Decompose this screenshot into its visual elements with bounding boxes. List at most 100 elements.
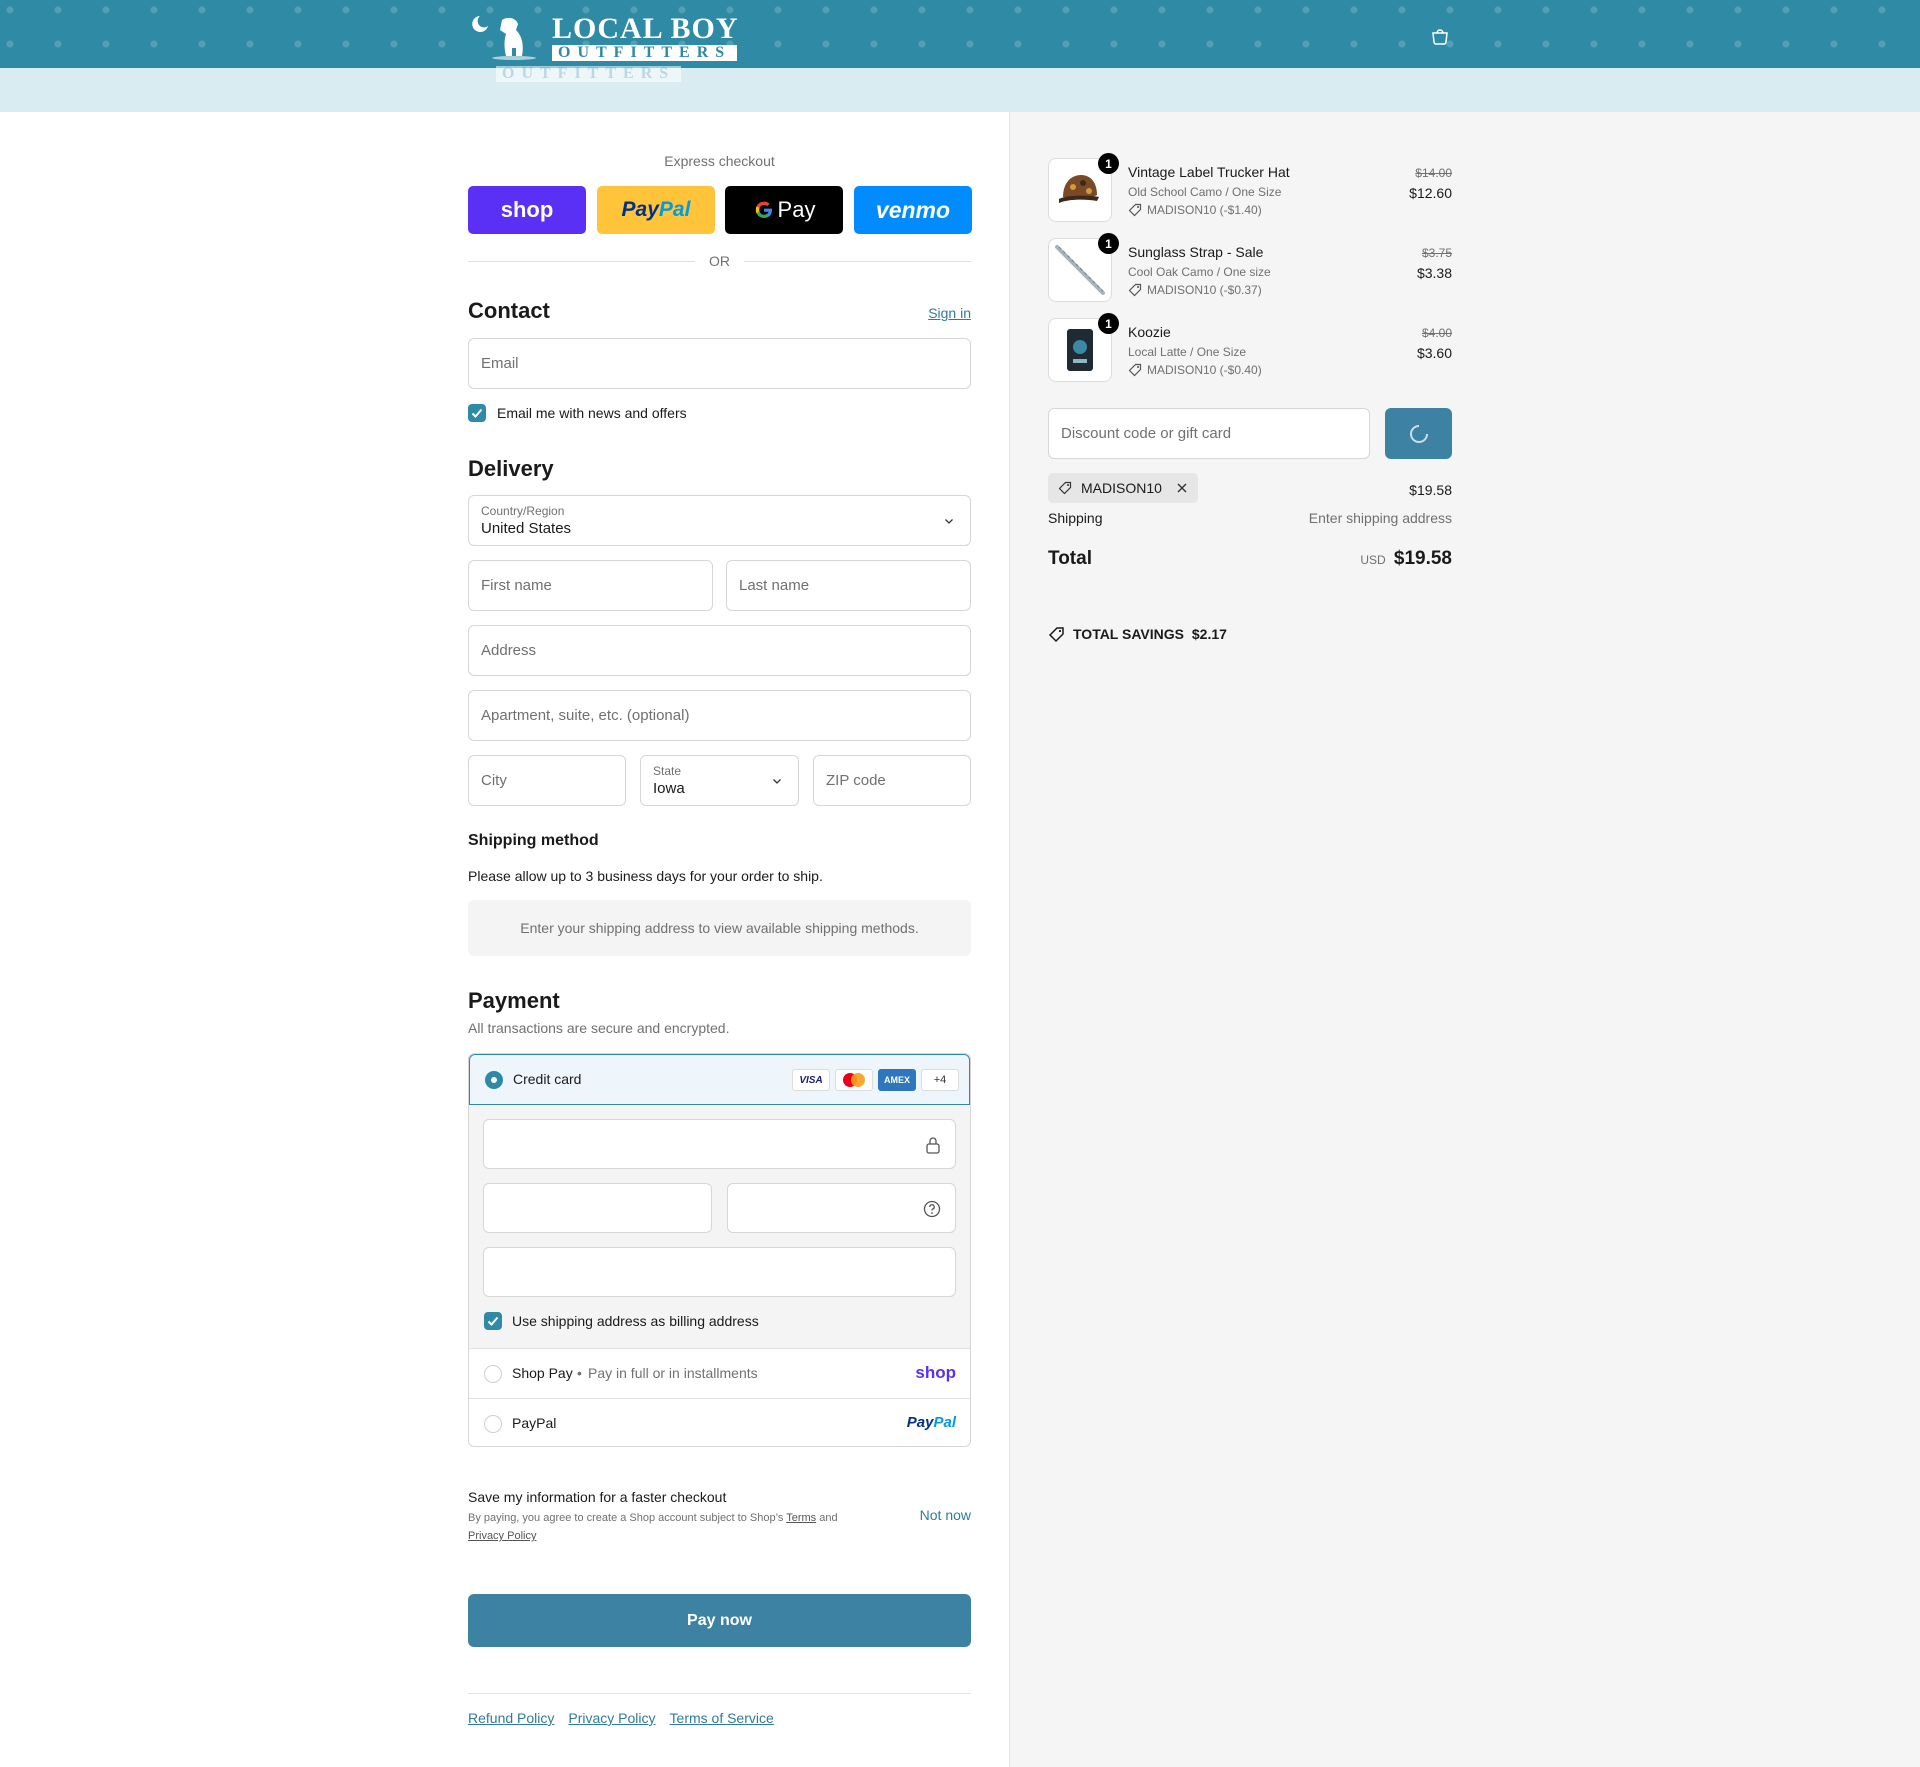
payment-subtitle: All transactions are secure and encrypte… xyxy=(468,1020,730,1036)
country-select[interactable]: Country/Region United States xyxy=(468,495,971,546)
item-original-price: $14.00 xyxy=(1415,166,1452,180)
payment-methods: Credit card VISA AMEX +4 Use shipping ad… xyxy=(468,1053,971,1447)
paypal-logo: PayPal xyxy=(907,1414,956,1431)
quantity-badge: 1 xyxy=(1098,153,1119,174)
total-savings-label: TOTAL SAVINGS xyxy=(1073,626,1184,642)
item-price: $3.38 xyxy=(1416,265,1452,281)
newsletter-checkbox[interactable] xyxy=(468,404,486,422)
subtotal-value: $19.58 xyxy=(1409,482,1452,498)
loading-spinner-icon xyxy=(1410,425,1428,443)
card-number-field[interactable] xyxy=(483,1119,956,1169)
total-savings-value: $2.17 xyxy=(1191,626,1227,642)
name-on-card-field[interactable] xyxy=(483,1247,956,1297)
refund-policy-link[interactable]: Refund Policy xyxy=(468,1710,554,1726)
chevron-down-icon xyxy=(773,779,781,784)
first-name-field[interactable]: First name xyxy=(468,560,713,611)
apply-discount-button[interactable] xyxy=(1385,408,1452,459)
email-placeholder: Email xyxy=(481,355,519,372)
credit-card-form: Use shipping address as billing address xyxy=(469,1105,970,1349)
total-value: $19.58 xyxy=(1393,548,1452,569)
address-field[interactable]: Address xyxy=(468,625,971,676)
paypal-express-button[interactable]: Pay Pal xyxy=(597,186,715,234)
city-field[interactable]: City xyxy=(468,755,626,806)
credit-card-option[interactable]: Credit card VISA AMEX +4 xyxy=(469,1054,970,1105)
total-amount: USD $19.58 xyxy=(1252,548,1452,570)
express-checkout-title: Express checkout xyxy=(664,153,775,169)
sign-in-link[interactable]: Sign in xyxy=(900,305,971,321)
shop-pay-option[interactable]: Shop Pay • Pay in full or in installment… xyxy=(469,1349,970,1399)
shipping-methods-placeholder: Enter your shipping address to view avai… xyxy=(468,900,971,956)
credit-card-radio[interactable] xyxy=(485,1071,503,1089)
tag-icon xyxy=(1128,283,1142,297)
terms-of-service-link[interactable]: Terms of Service xyxy=(670,1710,774,1726)
save-info-and: and xyxy=(819,1512,838,1524)
item-variant: Cool Oak Camo / One size xyxy=(1128,265,1271,279)
quantity-badge: 1 xyxy=(1098,313,1119,334)
delivery-heading: Delivery xyxy=(468,456,554,481)
privacy-policy-link[interactable]: Privacy Policy xyxy=(568,1710,655,1726)
state-value: Iowa xyxy=(653,780,685,797)
save-info-title: Save my information for a faster checkou… xyxy=(468,1489,727,1505)
credit-card-label: Credit card xyxy=(513,1071,582,1087)
site-header xyxy=(0,0,1920,68)
close-icon[interactable] xyxy=(1176,482,1188,494)
zip-field[interactable]: ZIP code xyxy=(813,755,971,806)
cart-icon[interactable] xyxy=(1430,26,1450,46)
item-original-price: $3.75 xyxy=(1421,246,1452,260)
or-divider-right xyxy=(744,261,971,262)
billing-address-checkbox[interactable] xyxy=(484,1312,502,1330)
venmo-express-button[interactable]: venmo xyxy=(854,186,972,234)
last-name-field[interactable]: Last name xyxy=(726,560,971,611)
paypal-radio[interactable] xyxy=(484,1415,502,1433)
zip-placeholder: ZIP code xyxy=(826,772,886,789)
save-info-text: By paying, you agree to create a Shop ac… xyxy=(468,1512,784,1524)
apartment-field[interactable]: Apartment, suite, etc. (optional) xyxy=(468,690,971,741)
paypal-logo-part2: Pal xyxy=(658,198,691,221)
dog-logo-icon xyxy=(472,16,536,60)
city-placeholder: City xyxy=(481,772,507,789)
applied-discount-chip: MADISON10 xyxy=(1048,473,1198,503)
paypal-logo-part2: Pal xyxy=(933,1414,956,1431)
google-pay-label: Pay xyxy=(777,197,816,222)
shop-pay-express-button[interactable]: shop xyxy=(468,186,586,234)
google-pay-express-button[interactable]: Pay xyxy=(725,186,843,234)
shop-terms-link[interactable]: Terms xyxy=(786,1512,816,1524)
shop-pay-logo: shop xyxy=(500,197,554,222)
shop-pay-radio[interactable] xyxy=(484,1365,502,1383)
logo-reflection-text: OUTFITTERS xyxy=(496,66,682,82)
tag-icon xyxy=(1128,363,1142,377)
order-summary-panel xyxy=(1009,112,1920,1767)
discount-code-field[interactable]: Discount code or gift card xyxy=(1048,408,1370,459)
check-icon xyxy=(471,408,483,418)
shipping-method-note: Please allow up to 3 business days for y… xyxy=(468,868,823,884)
discount-code-placeholder: Discount code or gift card xyxy=(1061,425,1232,442)
help-circle-icon[interactable] xyxy=(923,1200,941,1218)
store-logo[interactable]: LOCAL BOY OUTFITTERS xyxy=(466,12,780,61)
item-original-price: $4.00 xyxy=(1421,326,1452,340)
country-value: United States xyxy=(481,520,572,537)
security-code-field[interactable] xyxy=(727,1183,956,1233)
item-name: Sunglass Strap - Sale xyxy=(1128,244,1264,260)
address-placeholder: Address xyxy=(481,642,537,659)
header-band xyxy=(0,68,1920,112)
pay-now-button[interactable]: Pay now xyxy=(468,1594,971,1647)
shop-privacy-link[interactable]: Privacy Policy xyxy=(468,1530,536,1542)
expiration-date-field[interactable] xyxy=(483,1183,712,1233)
item-discount: MADISON10 (-$0.40) xyxy=(1147,363,1262,377)
shop-pay-label: Shop Pay xyxy=(512,1365,573,1381)
not-now-button[interactable]: Not now xyxy=(900,1507,971,1523)
amex-icon: AMEX xyxy=(878,1069,916,1091)
payment-heading: Payment xyxy=(468,988,560,1013)
header-pattern xyxy=(0,0,1920,68)
shipping-method-heading: Shipping method xyxy=(468,832,599,849)
state-select[interactable]: State Iowa xyxy=(640,755,799,806)
visa-icon: VISA xyxy=(792,1069,830,1091)
first-name-placeholder: First name xyxy=(481,577,552,594)
mastercard-circles-icon xyxy=(843,1073,865,1087)
email-field[interactable]: Email xyxy=(468,338,971,389)
paypal-option[interactable]: PayPal PayPal xyxy=(469,1399,970,1446)
chevron-down-icon xyxy=(945,519,953,524)
shop-pay-logo: shop xyxy=(915,1363,956,1382)
newsletter-label: Email me with news and offers xyxy=(497,405,687,421)
logo-title: LOCAL BOY xyxy=(552,12,739,45)
